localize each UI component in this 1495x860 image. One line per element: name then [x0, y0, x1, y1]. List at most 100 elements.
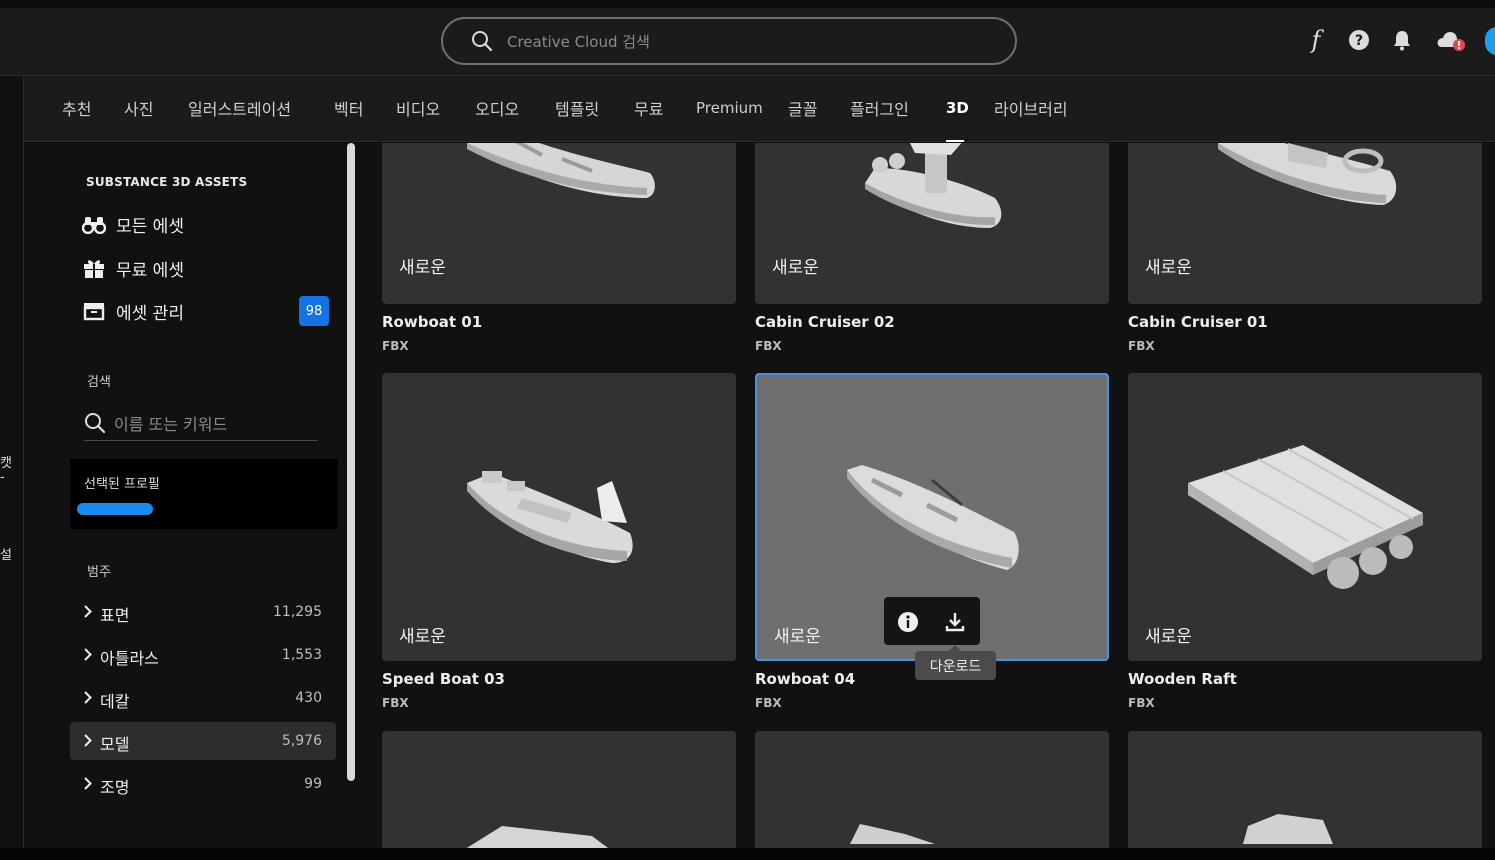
download-icon[interactable] [942, 609, 968, 635]
asset-search-input[interactable]: 이름 또는 키워드 [84, 405, 318, 441]
left-edge-text: - [0, 470, 5, 485]
nav-tab-vectors[interactable]: 벡터 [334, 96, 363, 120]
top-bar: Creative Cloud 검색 f ? [0, 0, 1495, 76]
sidebar-link-free-assets[interactable]: 무료 에셋 [82, 254, 184, 282]
asset-thumbnail: 새로운 [382, 143, 736, 304]
boat-model-image [1243, 814, 1333, 844]
asset-search-placeholder: 이름 또는 키워드 [114, 414, 228, 434]
sidebar-link-all-assets[interactable]: 모든 에셋 [82, 210, 184, 238]
asset-thumbnail: 새로운 [755, 143, 1109, 304]
app-window: { "topbar": { "search_placeholder": "Cre… [0, 0, 1495, 860]
rowboat-model-image [847, 465, 1019, 570]
asset-card-cabin-cruiser-02[interactable]: 새로운 Cabin Cruiser 02 FBX [755, 143, 1109, 353]
gift-icon [84, 260, 104, 278]
category-item-lights[interactable]: 조명 99 [70, 765, 336, 803]
boat-model-image [850, 824, 935, 844]
cabin-cruiser-model-image [1218, 143, 1397, 205]
asset-title: Cabin Cruiser 01 [1128, 313, 1268, 331]
category-item-decals[interactable]: 데칼 430 [70, 679, 336, 717]
nav-tab-templates[interactable]: 템플릿 [555, 96, 599, 120]
category-name: 모델 [100, 735, 130, 754]
nav-tab-plugins[interactable]: 플러그인 [850, 96, 909, 120]
asset-card-partial[interactable] [382, 731, 736, 848]
asset-card-wooden-raft[interactable]: 새로운 Wooden Raft FBX [1128, 373, 1482, 710]
bell-icon[interactable] [1388, 26, 1416, 54]
nav-tab-video[interactable]: 비디오 [396, 96, 440, 120]
asset-title: Rowboat 04 [755, 670, 856, 688]
category-count: 5,976 [281, 733, 322, 749]
selected-profile-label: 선택된 프로필 [84, 477, 160, 492]
category-item-surfaces[interactable]: 표면 11,295 [70, 593, 336, 631]
sidebar-link-label: 무료 에셋 [116, 260, 184, 281]
asset-title: Rowboat 01 [382, 313, 483, 331]
archive-icon [83, 303, 105, 321]
sidebar-section-title: SUBSTANCE 3D ASSETS [86, 175, 248, 189]
category-name: 데칼 [100, 692, 130, 711]
nav-tab-libraries[interactable]: 라이브러리 [994, 96, 1068, 120]
asset-format: FBX [382, 696, 409, 710]
asset-card-cabin-cruiser-01[interactable]: 새로운 Cabin Cruiser 01 FBX [1128, 143, 1482, 353]
asset-card-partial[interactable] [1128, 731, 1482, 848]
search-section-label: 검색 [87, 375, 111, 390]
top-edge [0, 0, 1495, 8]
asset-thumbnail [382, 731, 736, 848]
new-label: 새로운 [1145, 627, 1192, 647]
category-name: 아틀라스 [100, 649, 159, 668]
category-name: 조명 [100, 778, 130, 797]
asset-thumbnail [755, 731, 1109, 848]
info-icon[interactable] [895, 609, 921, 635]
redacted-profile-name [77, 503, 153, 515]
sidebar-link-label: 모든 에셋 [116, 216, 184, 237]
chevron-right-icon [84, 605, 92, 618]
asset-title: Wooden Raft [1128, 670, 1237, 688]
asset-format: FBX [382, 339, 409, 353]
download-tooltip: 다운로드 [915, 645, 996, 680]
category-count: 99 [304, 776, 322, 792]
category-count: 430 [295, 690, 322, 706]
nav-tab-recommended[interactable]: 추천 [62, 96, 91, 120]
asset-format: FBX [755, 696, 782, 710]
asset-thumbnail: 새로운 [1128, 373, 1482, 661]
nav-tab-illustrations[interactable]: 일러스트레이션 [188, 96, 291, 120]
category-count: 1,553 [281, 647, 322, 663]
category-item-models[interactable]: 모델 5,976 [70, 722, 336, 760]
asset-card-speed-boat-03[interactable]: 새로운 Speed Boat 03 FBX [382, 373, 736, 710]
asset-thumbnail: 새로운 [1128, 143, 1482, 304]
new-label: 새로운 [399, 627, 446, 647]
bottom-edge [0, 848, 1495, 860]
nav-tab-free[interactable]: 무료 [634, 96, 663, 120]
nav-tab-premium[interactable]: Premium [696, 99, 763, 117]
raft-model-image [1188, 445, 1423, 589]
asset-format: FBX [1128, 696, 1155, 710]
sidebar-link-manage-assets[interactable]: 에셋 관리 [82, 297, 184, 325]
nav-tab-3d[interactable]: 3D [946, 99, 969, 117]
category-name: 표면 [100, 606, 130, 625]
category-count: 11,295 [273, 604, 322, 620]
font-icon[interactable]: f [1302, 26, 1330, 54]
selected-profile[interactable]: 선택된 프로필 [70, 459, 338, 529]
sidebar-scrollbar[interactable] [346, 143, 356, 860]
manage-count-badge: 98 [299, 296, 329, 326]
search-icon [85, 412, 106, 433]
chevron-right-icon [84, 691, 92, 704]
sidebar-link-label: 에셋 관리 [116, 303, 184, 324]
left-edge-text: 설 [0, 548, 12, 563]
category-item-atlases[interactable]: 아틀라스 1,553 [70, 636, 336, 674]
cloud-alert-icon[interactable] [1434, 26, 1468, 54]
help-icon[interactable]: ? [1345, 26, 1373, 54]
scrollbar-thumb[interactable] [347, 143, 355, 781]
asset-format: FBX [755, 339, 782, 353]
category-section-label: 범주 [87, 565, 111, 580]
asset-title: Cabin Cruiser 02 [755, 313, 895, 331]
chevron-right-icon [84, 734, 92, 747]
binoculars-icon [82, 217, 106, 234]
nav-tab-audio[interactable]: 오디오 [475, 96, 519, 120]
nav-tab-photos[interactable]: 사진 [124, 96, 153, 120]
left-panel-edge: 캣 - 설 [0, 76, 24, 860]
asset-card-partial[interactable] [755, 731, 1109, 848]
asset-grid: 새로운 Rowboat 01 FBX 새로운 Cabin Cruiser 02 … [357, 143, 1495, 848]
asset-card-rowboat-01[interactable]: 새로운 Rowboat 01 FBX [382, 143, 736, 353]
asset-format: FBX [1128, 339, 1155, 353]
nav-tab-fonts[interactable]: 글꼴 [788, 96, 817, 120]
chevron-right-icon [84, 648, 92, 661]
